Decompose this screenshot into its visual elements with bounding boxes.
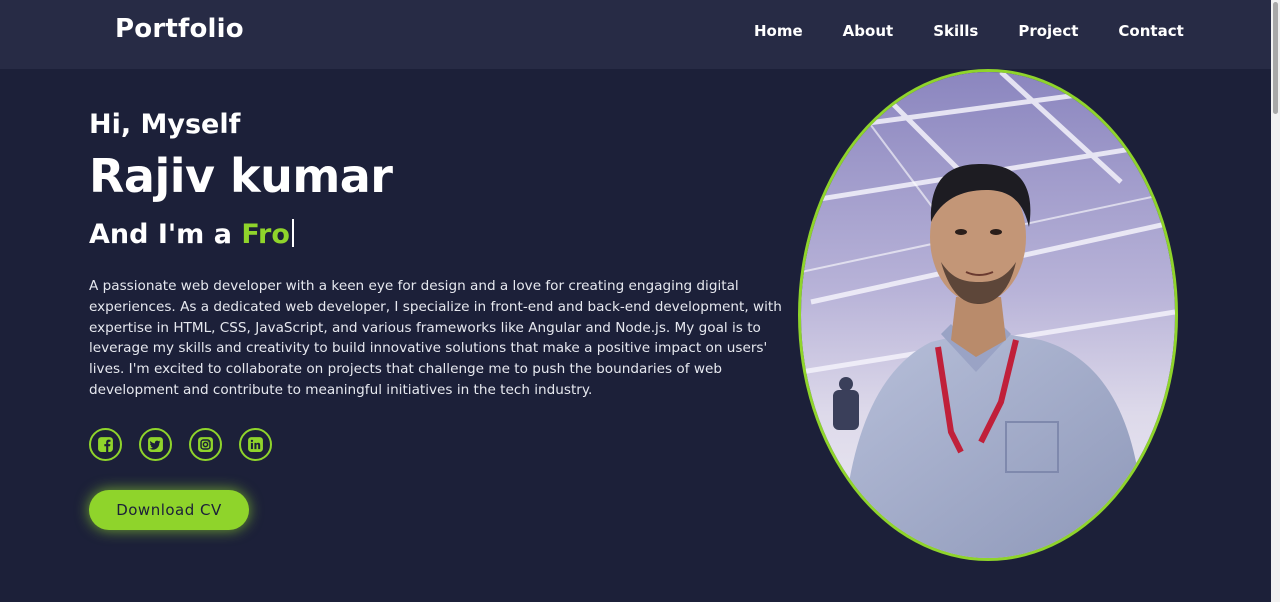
social-links <box>89 428 289 461</box>
download-cv-button[interactable]: Download CV <box>89 490 249 530</box>
instagram-link[interactable] <box>189 428 222 461</box>
facebook-icon <box>98 437 113 452</box>
scrollbar-thumb[interactable] <box>1273 2 1278 114</box>
hero-name: Rajiv kumar <box>89 149 393 203</box>
page-scrollbar[interactable] <box>1271 0 1280 602</box>
nav-link-home[interactable]: Home <box>754 21 803 41</box>
nav-link-skills[interactable]: Skills <box>933 21 978 41</box>
portfolio-page: Portfolio Home About Skills Project Cont… <box>0 0 1280 602</box>
facebook-link[interactable] <box>89 428 122 461</box>
nav-link-about[interactable]: About <box>843 21 894 41</box>
navbar: Portfolio Home About Skills Project Cont… <box>0 0 1271 69</box>
twitter-icon <box>148 437 163 452</box>
hero-section: Hi, Myself Rajiv kumar And I'm a Fro A p… <box>0 69 1271 602</box>
profile-photo <box>798 69 1178 561</box>
twitter-link[interactable] <box>139 428 172 461</box>
nav-link-contact[interactable]: Contact <box>1118 21 1183 41</box>
hero-bio: A passionate web developer with a keen e… <box>89 278 782 398</box>
linkedin-icon <box>248 437 263 452</box>
site-logo[interactable]: Portfolio <box>115 14 244 44</box>
instagram-icon <box>198 437 213 452</box>
hero-role: And I'm a Fro <box>89 219 294 250</box>
hero-greeting: Hi, Myself <box>89 109 241 140</box>
nav-link-project[interactable]: Project <box>1018 21 1078 41</box>
linkedin-link[interactable] <box>239 428 272 461</box>
typing-caret <box>291 219 294 247</box>
role-prefix: And I'm a <box>89 219 242 250</box>
profile-photo-image <box>801 72 1175 558</box>
nav-links: Home About Skills Project Contact <box>754 21 1184 41</box>
role-typed-text: Fro <box>241 219 290 250</box>
